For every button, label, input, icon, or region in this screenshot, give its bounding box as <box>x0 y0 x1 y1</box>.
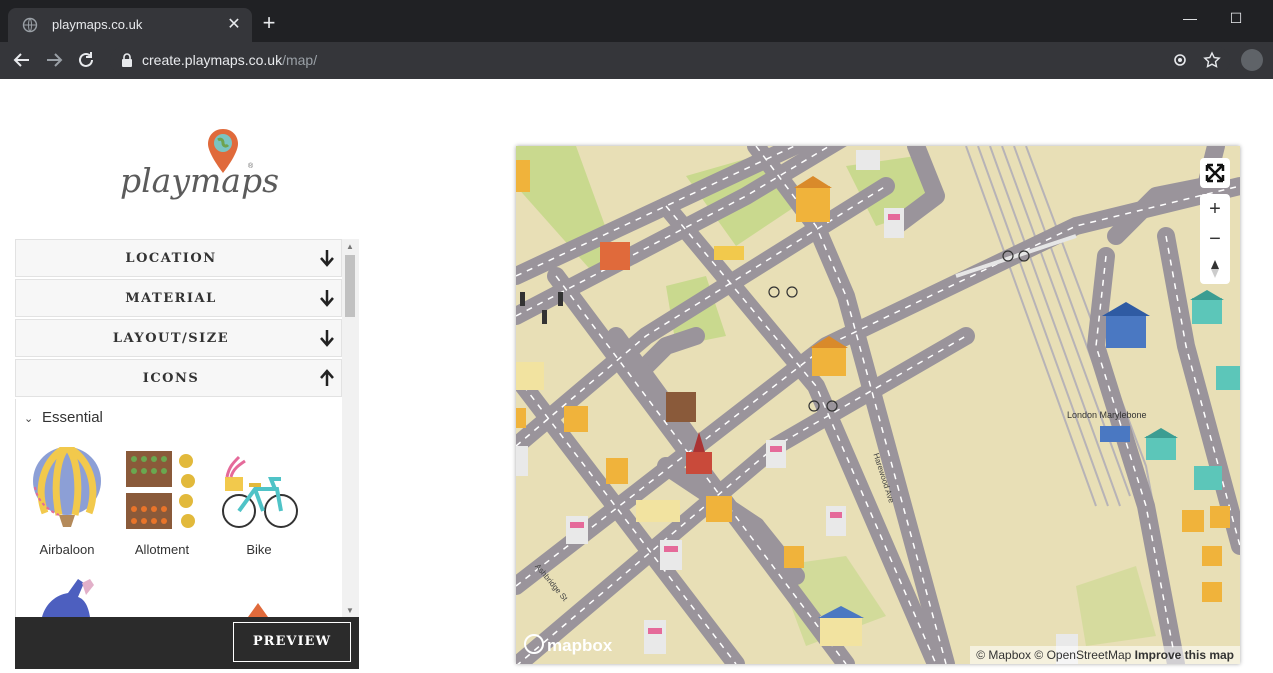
improve-map-link[interactable]: Improve this map <box>1135 648 1234 662</box>
forward-icon[interactable] <box>42 48 66 72</box>
close-tab-icon[interactable]: ✕ <box>224 15 244 35</box>
icon-airbaloon[interactable]: Airbaloon <box>22 443 112 557</box>
lock-icon[interactable] <box>120 53 134 67</box>
mapbox-logo-text: mapbox <box>547 636 613 655</box>
icon-caption: Allotment <box>134 542 190 557</box>
scrollbar-thumb[interactable] <box>345 255 355 317</box>
panel-scrollbar[interactable]: ▲ ▼ <box>342 239 359 617</box>
arrow-down-icon <box>320 330 334 347</box>
accordion-layout-label: LAYOUT/SIZE <box>112 331 230 346</box>
browser-tab-bar: playmaps.co.uk ✕ + — ☐ <box>0 0 1273 42</box>
fullscreen-icon <box>1205 163 1225 183</box>
options-panel: LOCATION MATERIAL LAYOUT/SIZE ICONS ⌄ Ess… <box>15 239 359 673</box>
minimize-icon[interactable]: — <box>1167 4 1213 32</box>
station-label: London Marylebone <box>1067 410 1147 420</box>
scroll-up-icon[interactable]: ▲ <box>346 242 354 251</box>
panel-footer: PREVIEW <box>15 617 359 669</box>
attribution-mapbox-link[interactable]: © Mapbox <box>976 648 1031 662</box>
scroll-down-icon[interactable]: ▼ <box>346 606 354 615</box>
arrow-up-icon <box>320 369 334 386</box>
compass-icon <box>1211 260 1219 278</box>
location-icon[interactable] <box>1171 51 1189 69</box>
fullscreen-button[interactable] <box>1200 158 1230 188</box>
compass-button[interactable] <box>1200 254 1230 284</box>
icon-caption: Bike <box>246 542 272 557</box>
allotment-icon <box>126 451 195 529</box>
logo-text[interactable]: playmaps <box>120 161 279 200</box>
page: playmaps ® LOCATION MATERIAL LAYOUT/SIZE… <box>0 79 1273 673</box>
browser-toolbar: create.playmaps.co.uk/map/ <box>0 42 1273 79</box>
mapbox-logo-icon <box>524 634 544 654</box>
mapbox-logo[interactable]: mapbox <box>524 634 612 656</box>
zoom-controls: + − <box>1200 194 1230 284</box>
icon-caption: Airbaloon <box>39 542 95 557</box>
preview-button[interactable]: PREVIEW <box>233 622 351 662</box>
url-path: /map/ <box>282 52 318 68</box>
accordion-material-label: MATERIAL <box>125 291 217 306</box>
icons-section: ⌄ Essential Airbaloon Allotment Bike <box>15 399 343 617</box>
air-balloon-icon <box>33 443 101 527</box>
accordion-location[interactable]: LOCATION <box>15 239 342 277</box>
bike-icon <box>222 455 298 528</box>
accordion-icons[interactable]: ICONS <box>15 359 342 397</box>
circus-tent-icon-partial[interactable] <box>246 597 270 617</box>
globe-icon <box>22 17 38 33</box>
logo-registered: ® <box>248 163 254 170</box>
maximize-icon[interactable]: ☐ <box>1213 4 1259 32</box>
accordion-material[interactable]: MATERIAL <box>15 279 342 317</box>
url-text[interactable]: create.playmaps.co.uk/map/ <box>142 52 317 68</box>
tab-title: playmaps.co.uk <box>52 17 143 32</box>
zoom-in-button[interactable]: + <box>1200 194 1230 224</box>
icon-bike[interactable]: Bike <box>214 447 304 557</box>
star-icon[interactable] <box>1203 51 1221 69</box>
url-domain: create.playmaps.co.uk <box>142 52 283 68</box>
map-attribution: © Mapbox © OpenStreetMap Improve this ma… <box>970 646 1240 664</box>
arrow-down-icon <box>320 290 334 307</box>
accordion-icons-label: ICONS <box>142 371 200 386</box>
reload-icon[interactable] <box>74 48 98 72</box>
arrow-down-icon <box>320 250 334 267</box>
donkey-icon-partial[interactable] <box>42 579 104 617</box>
profile-avatar[interactable] <box>1241 49 1263 71</box>
accordion-location-label: LOCATION <box>125 251 217 266</box>
icon-allotment[interactable]: Allotment <box>117 447 207 557</box>
essential-category[interactable]: ⌄ Essential <box>24 409 103 426</box>
new-tab-button[interactable]: + <box>258 12 280 34</box>
zoom-out-button[interactable]: − <box>1200 224 1230 254</box>
map-canvas[interactable]: London Marylebone Harewood Ave Ashbridge… <box>516 146 1240 664</box>
category-label: Essential <box>42 409 103 426</box>
back-icon[interactable] <box>10 48 34 72</box>
browser-tab[interactable]: playmaps.co.uk ✕ <box>8 8 252 42</box>
map-graphics <box>516 146 1240 664</box>
chevron-down-icon: ⌄ <box>24 413 34 425</box>
attribution-osm-link[interactable]: © OpenStreetMap <box>1034 648 1131 662</box>
accordion-layout[interactable]: LAYOUT/SIZE <box>15 319 342 357</box>
